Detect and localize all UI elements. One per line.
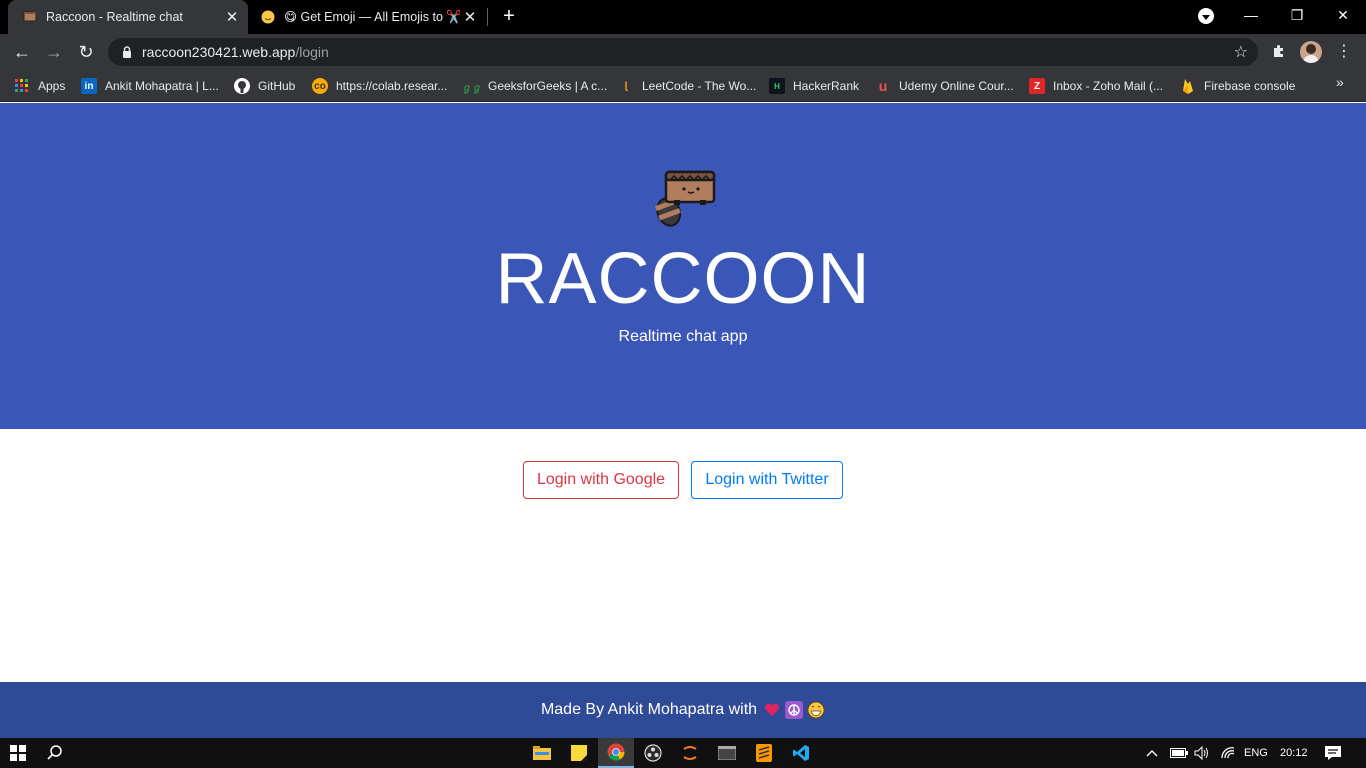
tray-show-hidden-icon[interactable] bbox=[1146, 738, 1158, 768]
terminal-icon[interactable] bbox=[709, 738, 745, 768]
github-icon bbox=[234, 78, 250, 94]
bookmark-apps[interactable]: Apps bbox=[14, 76, 65, 96]
notifications-icon[interactable] bbox=[1324, 738, 1342, 768]
profile-avatar[interactable] bbox=[1300, 41, 1322, 63]
sublime-text-icon[interactable] bbox=[746, 738, 782, 768]
zoho-icon: Z bbox=[1029, 78, 1045, 94]
language-indicator[interactable]: ENG bbox=[1244, 738, 1268, 768]
footer-text: Made By Ankit Mohapatra with bbox=[540, 701, 758, 718]
clock[interactable]: 20:12 bbox=[1280, 738, 1308, 768]
login-area: Login with Google Login with Twitter bbox=[0, 429, 1366, 682]
peace-icon bbox=[785, 701, 804, 719]
bookmarks-bar: Apps in Ankit Mohapatra | L... GitHub co… bbox=[0, 70, 1366, 102]
brand-title: RACCOON bbox=[495, 239, 871, 319]
new-tab-icon[interactable]: + bbox=[498, 6, 520, 28]
extensions-puzzle-icon[interactable] bbox=[1268, 40, 1290, 62]
tab-raccoon[interactable]: Raccoon - Realtime chat ✕ bbox=[8, 0, 248, 34]
wifi-icon[interactable] bbox=[1220, 738, 1236, 768]
lock-icon bbox=[120, 45, 134, 59]
url-host: raccoon230421.web.app bbox=[142, 44, 296, 60]
colab-icon: co bbox=[312, 78, 328, 94]
heart-icon bbox=[763, 701, 781, 719]
volume-icon[interactable] bbox=[1194, 738, 1210, 768]
emoji-favicon-icon bbox=[260, 9, 276, 25]
linkedin-icon: in bbox=[81, 78, 97, 94]
bookmark-geeksforgeeks[interactable]: ℊℊ GeeksforGeeks | A c... bbox=[462, 76, 607, 96]
chrome-menu-icon[interactable]: ⋮ bbox=[1334, 40, 1354, 62]
tab-title: Raccoon - Realtime chat bbox=[46, 10, 183, 24]
login-google-button[interactable]: Login with Google bbox=[523, 461, 679, 499]
tab-separator bbox=[487, 8, 488, 26]
browser-toolbar: ← → ↻ raccoon230421.web.app/login ☆ bbox=[0, 34, 1366, 70]
grinning-face-icon bbox=[807, 701, 825, 719]
file-explorer-icon[interactable] bbox=[524, 738, 560, 768]
raccoon-logo-icon bbox=[650, 170, 716, 228]
leetcode-icon: ɭ bbox=[624, 80, 628, 92]
bookmark-hackerrank[interactable]: H HackerRank bbox=[769, 76, 859, 96]
close-window-icon[interactable]: ✕ bbox=[1320, 0, 1366, 30]
back-icon[interactable]: ← bbox=[10, 40, 34, 64]
jupyter-icon[interactable] bbox=[672, 738, 708, 768]
firebase-icon bbox=[1180, 78, 1196, 94]
footer: Made By Ankit Mohapatra with bbox=[0, 682, 1366, 738]
obs-icon[interactable] bbox=[635, 738, 671, 768]
restore-icon[interactable]: ❐ bbox=[1274, 0, 1320, 30]
sticky-notes-icon[interactable] bbox=[561, 738, 597, 768]
chrome-icon[interactable] bbox=[598, 738, 634, 768]
url-path: /login bbox=[295, 44, 329, 60]
tab-title: 😋 Get Emoji — All Emojis to ✂️ bbox=[284, 10, 460, 24]
bookmark-udemy[interactable]: u Udemy Online Cour... bbox=[875, 76, 1014, 96]
bookmark-firebase[interactable]: Firebase console bbox=[1180, 76, 1295, 96]
vscode-icon[interactable] bbox=[783, 738, 819, 768]
bookmark-zoho[interactable]: Z Inbox - Zoho Mail (... bbox=[1029, 76, 1163, 96]
bookmark-leetcode[interactable]: ɭ LeetCode - The Wo... bbox=[618, 76, 757, 96]
geeksforgeeks-icon: ℊℊ bbox=[462, 82, 482, 94]
address-bar[interactable]: raccoon230421.web.app/login ☆ bbox=[108, 38, 1258, 66]
bookmark-linkedin[interactable]: in Ankit Mohapatra | L... bbox=[81, 76, 219, 96]
bookmark-github[interactable]: GitHub bbox=[234, 76, 295, 96]
battery-icon[interactable] bbox=[1170, 738, 1188, 768]
windows-start-icon[interactable] bbox=[10, 745, 26, 761]
browser-tab-bar: Raccoon - Realtime chat ✕ 😋 Get Emoji — … bbox=[0, 0, 1366, 34]
bookmark-star-icon[interactable]: ☆ bbox=[1234, 42, 1248, 62]
tab-get-emoji[interactable]: 😋 Get Emoji — All Emojis to ✂️ ✕ bbox=[250, 0, 486, 34]
tab-search-dropdown-icon[interactable] bbox=[1198, 8, 1214, 24]
udemy-icon: u bbox=[878, 78, 888, 94]
forward-icon[interactable]: → bbox=[42, 40, 66, 64]
more-bookmarks-icon[interactable]: » bbox=[1336, 74, 1344, 90]
reload-icon[interactable]: ↻ bbox=[74, 40, 98, 64]
apps-grid-icon bbox=[14, 78, 30, 94]
minimize-icon[interactable]: — bbox=[1228, 0, 1274, 30]
login-twitter-button[interactable]: Login with Twitter bbox=[691, 461, 843, 499]
close-tab-icon[interactable]: ✕ bbox=[222, 7, 242, 27]
tagline: Realtime chat app bbox=[618, 328, 748, 345]
windows-taskbar: ENG 20:12 bbox=[0, 738, 1366, 768]
close-tab-icon[interactable]: ✕ bbox=[460, 7, 480, 27]
bookmark-colab[interactable]: co https://colab.resear... bbox=[312, 76, 447, 96]
raccoon-favicon-icon bbox=[22, 9, 38, 25]
hero-banner: RACCOON Realtime chat app bbox=[0, 103, 1366, 429]
hackerrank-icon: H bbox=[769, 78, 785, 94]
search-icon[interactable] bbox=[46, 744, 64, 762]
